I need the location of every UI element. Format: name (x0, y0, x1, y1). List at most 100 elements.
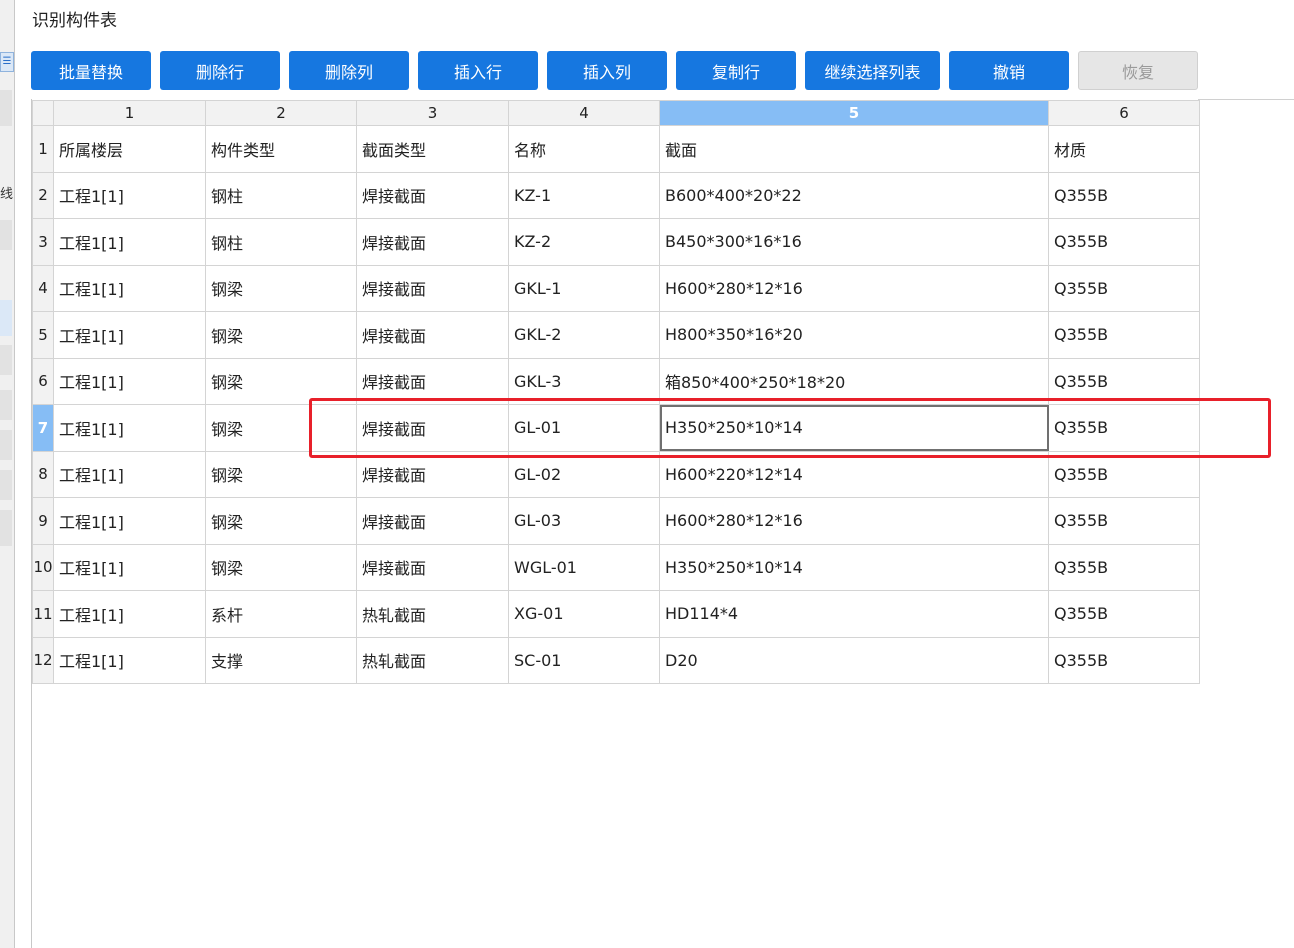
table-cell[interactable]: 焊接截面 (356, 357, 509, 405)
table-cell[interactable]: 工程1[1] (53, 636, 206, 684)
column-header[interactable]: 1 (53, 100, 206, 126)
copy-row-button[interactable]: 复制行 (676, 51, 796, 90)
continue-select-list-button[interactable]: 继续选择列表 (805, 51, 940, 90)
table-cell[interactable]: 钢梁 (205, 497, 357, 545)
table-row[interactable]: 6 工程1[1] 钢梁 焊接截面 GKL-3 箱850*400*250*18*20 Q355… (32, 357, 1200, 405)
table-cell[interactable]: 工程1[1] (53, 218, 206, 266)
table-row[interactable]: 7 工程1[1] 钢梁 焊接截面 GL-01 H350*250*10*14 Q355B (32, 404, 1200, 452)
table-cell[interactable]: GL-02 (508, 450, 660, 498)
row-number[interactable]: 12 (32, 636, 54, 684)
table-cell[interactable]: 截面类型 (356, 125, 509, 173)
table-cell[interactable]: 工程1[1] (53, 171, 206, 219)
table-cell[interactable]: 焊接截面 (356, 171, 509, 219)
table-cell[interactable]: 钢柱 (205, 171, 357, 219)
row-number[interactable]: 2 (32, 171, 54, 219)
table-cell[interactable]: Q355B (1048, 636, 1200, 684)
row-number[interactable]: 1 (32, 125, 54, 173)
table-cell[interactable]: Q355B (1048, 450, 1200, 498)
undo-button[interactable]: 撤销 (949, 51, 1069, 90)
table-cell[interactable]: H800*350*16*20 (659, 311, 1049, 359)
table-row[interactable]: 4 工程1[1] 钢梁 焊接截面 GKL-1 H600*280*12*16 Q355B (32, 264, 1200, 312)
table-cell[interactable]: 所属楼层 (53, 125, 206, 173)
delete-column-button[interactable]: 删除列 (289, 51, 409, 90)
table-cell[interactable]: H600*220*12*14 (659, 450, 1049, 498)
table-row[interactable]: 1 所属楼层 构件类型 截面类型 名称 截面 材质 (32, 125, 1200, 173)
table-row[interactable]: 8 工程1[1] 钢梁 焊接截面 GL-02 H600*220*12*14 Q355B (32, 450, 1200, 498)
column-header-active[interactable]: 5 (659, 100, 1049, 126)
table-cell[interactable]: 工程1[1] (53, 264, 206, 312)
table-row[interactable]: 10 工程1[1] 钢梁 焊接截面 WGL-01 H350*250*10*14 Q355B (32, 543, 1200, 591)
table-cell[interactable]: 焊接截面 (356, 218, 509, 266)
column-header[interactable]: 6 (1048, 100, 1200, 126)
row-number[interactable]: 10 (32, 543, 54, 591)
table-cell[interactable]: 钢梁 (205, 450, 357, 498)
table-row[interactable]: 5 工程1[1] 钢梁 焊接截面 GKL-2 H800*350*16*20 Q355B (32, 311, 1200, 359)
table-cell[interactable]: 材质 (1048, 125, 1200, 173)
table-cell[interactable]: 钢梁 (205, 543, 357, 591)
column-header[interactable]: 2 (205, 100, 357, 126)
table-cell[interactable]: 焊接截面 (356, 311, 509, 359)
table-cell[interactable]: 钢柱 (205, 218, 357, 266)
table-row[interactable]: 12 工程1[1] 支撑 热轧截面 SC-01 D20 Q355B (32, 636, 1200, 684)
row-number[interactable]: 4 (32, 264, 54, 312)
table-cell[interactable]: Q355B (1048, 218, 1200, 266)
table-cell[interactable]: GKL-2 (508, 311, 660, 359)
row-number[interactable]: 3 (32, 218, 54, 266)
table-cell[interactable]: WGL-01 (508, 543, 660, 591)
table-cell[interactable]: Q355B (1048, 264, 1200, 312)
table-cell[interactable]: 钢梁 (205, 404, 357, 452)
table-cell[interactable]: GKL-3 (508, 357, 660, 405)
table-cell[interactable]: 工程1[1] (53, 404, 206, 452)
table-cell[interactable]: 工程1[1] (53, 357, 206, 405)
row-number[interactable]: 6 (32, 357, 54, 405)
table-cell[interactable]: 钢梁 (205, 357, 357, 405)
table-cell[interactable]: GL-03 (508, 497, 660, 545)
table-cell[interactable]: GKL-1 (508, 264, 660, 312)
table-cell[interactable]: 工程1[1] (53, 590, 206, 638)
row-number[interactable]: 9 (32, 497, 54, 545)
table-cell[interactable]: Q355B (1048, 357, 1200, 405)
table-cell[interactable]: 工程1[1] (53, 497, 206, 545)
batch-replace-button[interactable]: 批量替换 (31, 51, 151, 90)
table-cell[interactable]: Q355B (1048, 311, 1200, 359)
table-cell[interactable]: Q355B (1048, 171, 1200, 219)
row-number[interactable]: 11 (32, 590, 54, 638)
table-cell[interactable]: 焊接截面 (356, 404, 509, 452)
column-header[interactable]: 3 (356, 100, 509, 126)
table-cell[interactable]: B600*400*20*22 (659, 171, 1049, 219)
delete-row-button[interactable]: 删除行 (160, 51, 280, 90)
insert-row-button[interactable]: 插入行 (418, 51, 538, 90)
table-cell[interactable]: 系杆 (205, 590, 357, 638)
table-cell[interactable]: 工程1[1] (53, 311, 206, 359)
table-cell[interactable]: 构件类型 (205, 125, 357, 173)
row-number[interactable]: 5 (32, 311, 54, 359)
table-cell[interactable]: GL-01 (508, 404, 660, 452)
table-cell[interactable]: H600*280*12*16 (659, 264, 1049, 312)
table-cell[interactable]: D20 (659, 636, 1049, 684)
table-cell[interactable]: H600*280*12*16 (659, 497, 1049, 545)
insert-column-button[interactable]: 插入列 (547, 51, 667, 90)
table-row[interactable]: 2 工程1[1] 钢柱 焊接截面 KZ-1 B600*400*20*22 Q355B (32, 171, 1200, 219)
table-cell[interactable]: Q355B (1048, 590, 1200, 638)
table-cell[interactable]: Q355B (1048, 543, 1200, 591)
table-cell[interactable]: 名称 (508, 125, 660, 173)
table-cell[interactable]: H350*250*10*14 (659, 543, 1049, 591)
table-cell[interactable]: 热轧截面 (356, 590, 509, 638)
table-cell[interactable]: SC-01 (508, 636, 660, 684)
table-cell[interactable]: HD114*4 (659, 590, 1049, 638)
table-cell[interactable]: 箱850*400*250*18*20 (659, 357, 1049, 405)
table-cell[interactable]: 热轧截面 (356, 636, 509, 684)
table-cell[interactable]: 截面 (659, 125, 1049, 173)
table-cell[interactable]: 工程1[1] (53, 450, 206, 498)
selected-table-cell[interactable]: H350*250*10*14 (659, 404, 1049, 452)
table-cell[interactable]: 焊接截面 (356, 264, 509, 312)
table-row[interactable]: 9 工程1[1] 钢梁 焊接截面 GL-03 H600*280*12*16 Q355B (32, 497, 1200, 545)
table-cell[interactable]: 工程1[1] (53, 543, 206, 591)
table-cell[interactable]: Q355B (1048, 404, 1200, 452)
table-cell[interactable]: 焊接截面 (356, 450, 509, 498)
row-number[interactable]: 7 (32, 404, 54, 452)
table-cell[interactable]: XG-01 (508, 590, 660, 638)
table-row[interactable]: 11 工程1[1] 系杆 热轧截面 XG-01 HD114*4 Q355B (32, 590, 1200, 638)
table-cell[interactable]: KZ-1 (508, 171, 660, 219)
corner-cell[interactable] (32, 100, 54, 126)
